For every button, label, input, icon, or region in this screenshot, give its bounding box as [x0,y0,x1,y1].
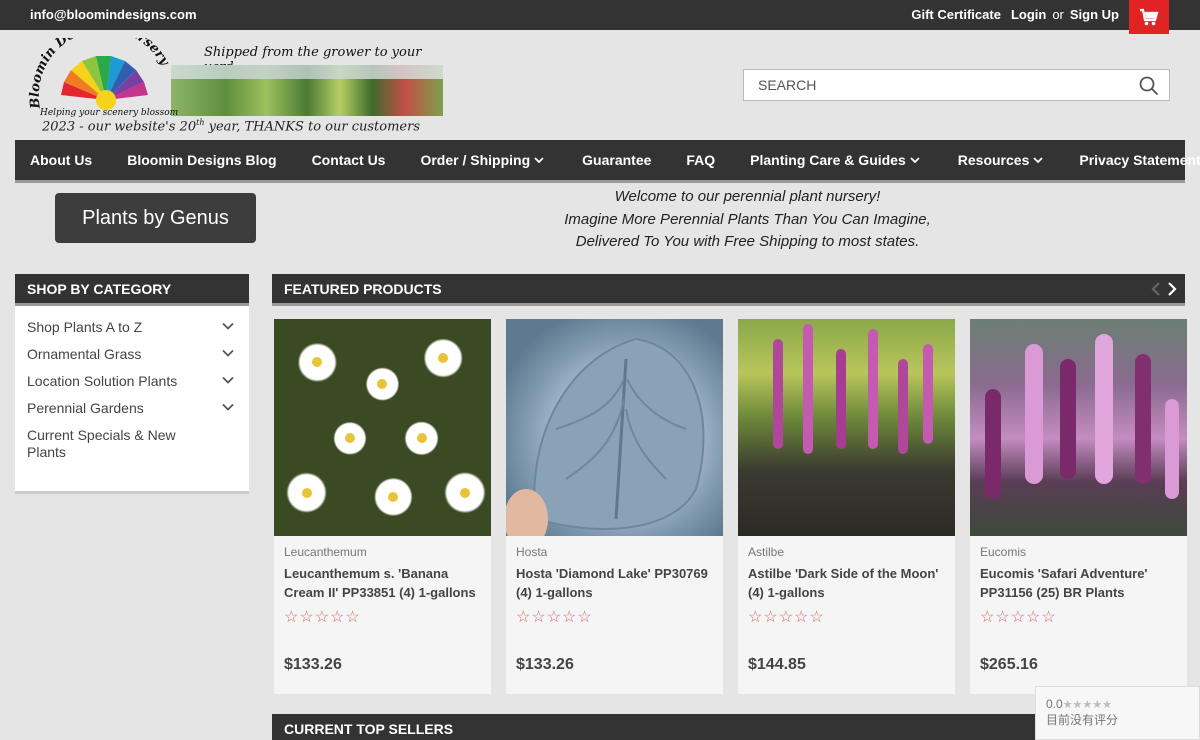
product-card[interactable]: Eucomis Eucomis 'Safari Adventure' PP311… [970,319,1187,694]
product-card[interactable]: Astilbe Astilbe 'Dark Side of the Moon' … [738,319,955,694]
product-image[interactable] [506,319,723,536]
chevron-down-icon [534,157,544,164]
search-box [743,69,1170,101]
category-label: Ornamental Grass [27,346,142,362]
chevron-down-icon[interactable] [222,349,234,357]
shop-by-category-heading: SHOP BY CATEGORY [15,274,249,306]
chevron-down-icon[interactable] [222,322,234,330]
product-image[interactable] [274,319,491,536]
featured-products-heading: FEATURED PRODUCTS [272,274,1185,306]
product-card[interactable]: Hosta Hosta 'Diamond Lake' PP30769 (4) 1… [506,319,723,694]
gift-certificate-link[interactable]: Gift Certificate [911,7,1001,22]
product-price: $133.26 [284,656,342,673]
welcome-message: Welcome to our perennial plant nursery! … [500,186,995,254]
category-label: Location Solution Plants [27,373,178,389]
welcome-line-2: Imagine More Perennial Plants Than You C… [564,210,931,228]
product-card[interactable]: Leucanthemum Leucanthemum s. 'Banana Cre… [274,319,491,694]
product-brand[interactable]: Eucomis [980,545,1026,559]
rating-stars: ☆☆☆☆☆ [516,609,593,626]
product-title[interactable]: Astilbe 'Dark Side of the Moon' (4) 1-ga… [748,564,948,602]
product-title[interactable]: Leucanthemum s. 'Banana Cream II' PP3385… [284,564,484,602]
welcome-line-1: Welcome to our perennial plant nursery! [614,188,881,205]
login-link[interactable]: Login [1011,7,1046,22]
nav-privacy-statement[interactable]: Privacy Statement [1079,152,1200,168]
product-price: $265.16 [980,656,1038,673]
product-brand[interactable]: Leucanthemum [284,545,367,559]
greenhouse-photo [171,65,443,116]
category-label: Current Specials & New Plants [27,427,176,460]
category-label: Perennial Gardens [27,400,144,416]
category-item[interactable]: Perennial Gardens [15,395,249,422]
account-links: Gift Certificate Login or Sign Up [911,7,1119,22]
logo-anniversary-text: 2023 - our website's 20th year, THANKS t… [42,118,420,135]
nav-about-us[interactable]: About Us [30,152,92,168]
product-title[interactable]: Eucomis 'Safari Adventure' PP31156 (25) … [980,564,1180,602]
logo-tagline: Helping your scenery blossom [40,108,179,118]
rating-score: 0.0 [1046,697,1063,711]
search-input[interactable] [744,70,1124,100]
plants-by-genus-button[interactable]: Plants by Genus [55,193,256,243]
chevron-down-icon [910,157,920,164]
product-brand[interactable]: Hosta [516,545,547,559]
top-bar: info@bloomindesigns.com Gift Certificate… [0,0,1200,30]
category-item[interactable]: Current Specials & New Plants [15,422,190,466]
category-item[interactable]: Location Solution Plants [15,368,249,395]
featured-products-title: FEATURED PRODUCTS [284,281,442,297]
main-nav: About Us Bloomin Designs Blog Contact Us… [15,140,1200,183]
nav-contact-us[interactable]: Contact Us [312,152,386,168]
product-brand[interactable]: Astilbe [748,545,784,559]
product-price: $133.26 [516,656,574,673]
site-logo[interactable]: Bloomin Designs Nursery Shipped from the… [28,38,448,136]
category-label: Shop Plants A to Z [27,319,143,335]
nav-guarantee[interactable]: Guarantee [582,152,651,168]
product-title[interactable]: Hosta 'Diamond Lake' PP30769 (4) 1-gallo… [516,564,716,602]
cart-icon [1140,8,1159,26]
rating-stars: ☆☆☆☆☆ [284,609,361,626]
chevron-down-icon[interactable] [222,403,234,411]
nav-order-shipping[interactable]: Order / Shipping [420,152,544,168]
nav-blog[interactable]: Bloomin Designs Blog [127,152,276,168]
category-list: Shop Plants A to Z Ornamental Grass Loca… [15,306,249,494]
welcome-line-3: Delivered To You with Free Shipping to m… [575,233,920,250]
sign-up-link[interactable]: Sign Up [1070,7,1119,22]
rating-widget[interactable]: 0.0★★★★★ 目前没有评分 [1035,686,1200,740]
category-item[interactable]: Ornamental Grass [15,341,249,368]
chevron-down-icon[interactable] [222,376,234,384]
chevron-right-icon[interactable] [1167,281,1177,297]
product-price: $144.85 [748,656,806,673]
product-image[interactable] [738,319,955,536]
rating-widget-stars: ★★★★★ [1062,699,1112,711]
product-image[interactable] [970,319,1187,536]
nav-planting-care-guides[interactable]: Planting Care & Guides [750,152,920,168]
chevron-left-icon[interactable] [1151,281,1161,297]
search-icon[interactable] [1139,76,1159,96]
contact-email[interactable]: info@bloomindesigns.com [30,7,197,22]
carousel-arrows [1151,281,1177,297]
rating-score-row: 0.0★★★★★ [1046,697,1189,711]
rating-stars: ☆☆☆☆☆ [748,609,825,626]
nav-resources[interactable]: Resources [958,152,1044,168]
or-text: or [1052,7,1064,22]
rating-widget-text: 目前没有评分 [1046,713,1119,727]
chevron-down-icon [1033,157,1043,164]
category-item[interactable]: Shop Plants A to Z [15,314,249,341]
cart-button[interactable] [1129,0,1169,34]
rating-stars: ☆☆☆☆☆ [980,609,1057,626]
nav-faq[interactable]: FAQ [686,152,715,168]
